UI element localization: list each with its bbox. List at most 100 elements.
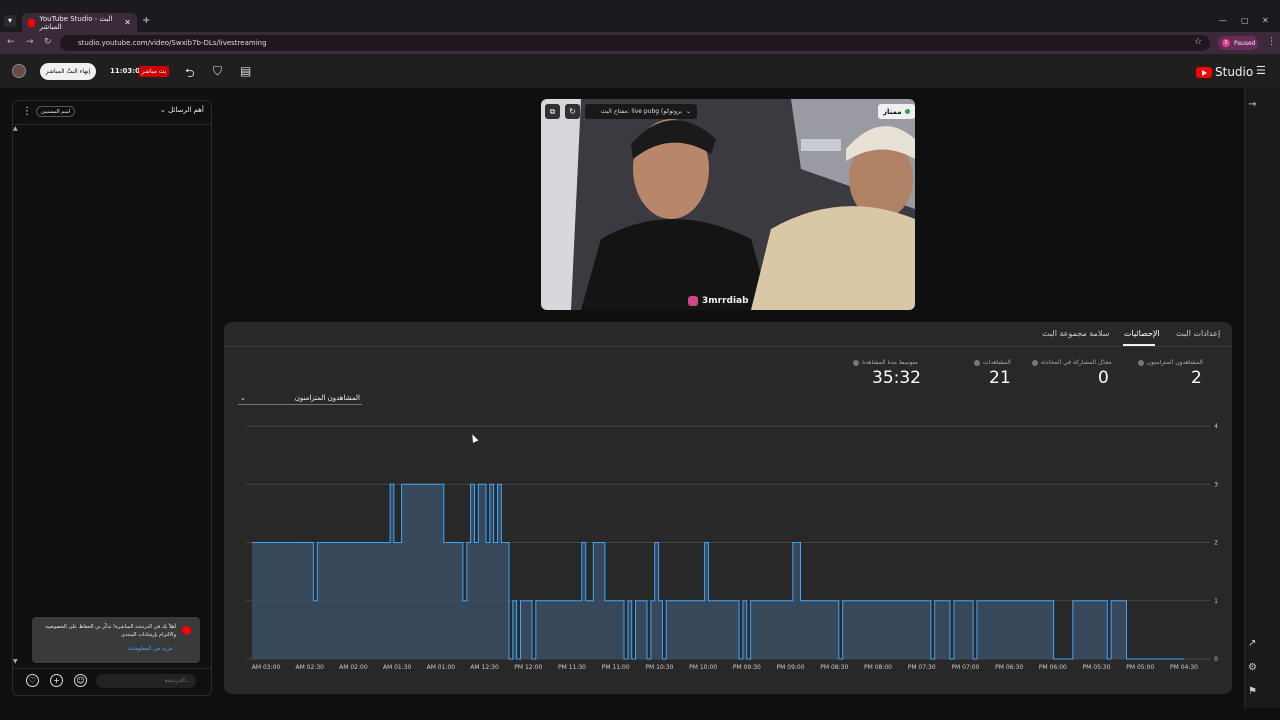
maximize-icon[interactable]: ▢ xyxy=(1241,16,1249,25)
tab-title: YouTube Studio - البث المباشر xyxy=(39,14,113,31)
copy-icon[interactable]: ⧉ xyxy=(545,104,560,119)
reload-icon[interactable]: ↻ xyxy=(44,37,52,47)
tab-analytics[interactable]: الإحصائيات xyxy=(1124,329,1160,338)
x-tick-label: PM 09:00 xyxy=(777,664,805,671)
x-tick-label: PM 12:00 xyxy=(514,664,542,671)
end-stream-button[interactable]: إنهاء البثّ المباشر xyxy=(40,63,96,80)
stat-value-concurrent: 2 xyxy=(1191,368,1202,388)
stat-value-chat-rate: 0 xyxy=(1098,368,1109,388)
minimize-icon[interactable]: — xyxy=(1219,16,1227,25)
x-tick-label: PM 07:30 xyxy=(908,664,936,671)
refresh-icon[interactable]: ↻ xyxy=(565,104,580,119)
chat-message-input[interactable] xyxy=(96,674,196,688)
x-tick-label: PM 07:00 xyxy=(951,664,979,671)
heart-icon[interactable]: ♡ xyxy=(26,674,39,687)
learn-more-link[interactable]: مزيد من المعلومات xyxy=(128,646,173,652)
quality-label: ممتاز xyxy=(883,107,902,116)
settings-gear-icon[interactable]: ⚙ xyxy=(1248,662,1257,673)
metric-label: المشاهدون المتزامنون xyxy=(294,393,360,402)
help-icon[interactable] xyxy=(974,359,980,366)
tab-community-safety[interactable]: سلامة مجموعة البث xyxy=(1042,329,1109,338)
bookmark-star-icon[interactable]: ☆ xyxy=(1194,37,1202,47)
x-tick-label: AM 12:30 xyxy=(470,664,499,671)
stat-label-concurrent: المشاهدون المتزامنون xyxy=(1138,359,1203,366)
add-icon[interactable]: + xyxy=(50,674,63,687)
chevron-down-icon: ⌄ xyxy=(240,393,246,402)
stream-key-dropdown[interactable]: مفتاح البث: live pubg (بروتوكو ⌄ xyxy=(585,104,697,119)
browser-tab-bar xyxy=(0,0,1280,32)
x-tick-label: PM 11:00 xyxy=(602,664,630,671)
hamburger-menu-icon[interactable]: ☰ xyxy=(1256,64,1266,77)
back-icon[interactable]: ← xyxy=(7,37,15,47)
y-tick-label: 4 xyxy=(1214,423,1218,430)
emoji-icon[interactable]: ☺ xyxy=(74,674,87,687)
browser-menu-icon[interactable]: ⋮ xyxy=(1267,37,1276,47)
expand-arrow-icon[interactable]: → xyxy=(1248,99,1256,110)
x-tick-label: PM 11:30 xyxy=(558,664,586,671)
live-chat-panel xyxy=(12,100,212,696)
chevron-down-icon: ⌄ xyxy=(160,106,166,114)
x-tick-label: PM 04:30 xyxy=(1170,664,1198,671)
live-badge: بث مباشر xyxy=(139,66,169,77)
forward-icon[interactable]: → xyxy=(26,37,34,47)
help-icon[interactable] xyxy=(1138,359,1144,366)
logo-text: Studio xyxy=(1215,65,1254,79)
y-tick-label: 2 xyxy=(1214,540,1218,547)
tab-close-icon[interactable]: ✕ xyxy=(124,18,131,27)
url-text: studio.youtube.com/video/Swxib7b-DLs/liv… xyxy=(78,39,267,47)
x-tick-label: PM 06:00 xyxy=(1039,664,1067,671)
x-tick-label: AM 02:30 xyxy=(295,664,324,671)
x-tick-label: PM 05:30 xyxy=(1083,664,1111,671)
youtube-notice-icon xyxy=(182,626,191,635)
close-window-icon[interactable]: ✕ xyxy=(1262,16,1269,25)
stat-value-views: 21 xyxy=(989,368,1011,388)
stat-label-text: معدّل المشاركة في المحادثة xyxy=(1041,359,1112,366)
stat-value-avg-watch: 35:32 xyxy=(872,368,921,388)
scroll-up-icon[interactable]: ▲ xyxy=(13,125,18,132)
instagram-icon xyxy=(688,296,698,306)
series-area xyxy=(252,484,1184,659)
feedback-icon[interactable]: ⚑ xyxy=(1248,686,1257,697)
browser-tab[interactable]: YouTube Studio - البث المباشر ✕ xyxy=(22,13,137,32)
chat-user-badge[interactable]: اسم المستبين xyxy=(36,106,76,117)
channel-avatar[interactable] xyxy=(12,64,26,78)
chevron-down-icon: ⌄ xyxy=(685,108,691,115)
x-tick-label: PM 10:00 xyxy=(689,664,717,671)
stat-label-chat-rate: معدّل المشاركة في المحادثة xyxy=(1032,359,1112,366)
clips-icon[interactable]: ▤ xyxy=(240,64,251,78)
chat-filter-dropdown[interactable]: ⌄ أهم الرسائل xyxy=(160,106,204,114)
y-tick-label: 3 xyxy=(1214,481,1218,488)
new-tab-icon[interactable]: + xyxy=(142,15,150,26)
x-tick-label: PM 08:00 xyxy=(864,664,892,671)
popout-icon[interactable]: ↗ xyxy=(1248,638,1256,649)
url-field[interactable]: studio.youtube.com/video/Swxib7b-DLs/liv… xyxy=(60,35,1210,51)
profile-paused-button[interactable]: 3 Paused xyxy=(1218,36,1258,50)
help-icon[interactable] xyxy=(1032,359,1038,366)
x-tick-label: AM 01:00 xyxy=(427,664,456,671)
x-tick-label: PM 08:30 xyxy=(820,664,848,671)
x-tick-label: AM 03:00 xyxy=(252,664,281,671)
metric-dropdown[interactable]: ⌄ المشاهدون المتزامنون xyxy=(238,391,362,405)
youtube-studio-logo[interactable]: Studio xyxy=(1196,65,1253,79)
scroll-down-icon[interactable]: ▼ xyxy=(13,658,18,665)
chat-more-icon[interactable]: ⋮ xyxy=(22,106,32,117)
stream-preview-video[interactable] xyxy=(541,99,915,310)
stat-label-text: المشاهدون المتزامنون xyxy=(1147,359,1203,366)
instagram-handle: 3mrrdiab xyxy=(702,296,749,306)
tab-list-icon[interactable]: ▾ xyxy=(4,15,16,27)
x-tick-label: PM 09:30 xyxy=(733,664,761,671)
save-bookmark-icon[interactable]: ⛉ xyxy=(213,64,222,79)
stat-label-text: متوسط مدة المشاهدة xyxy=(862,359,918,366)
share-icon[interactable]: ⮌ xyxy=(185,64,195,85)
tab-stream-settings[interactable]: إعدادات البث xyxy=(1176,329,1220,338)
x-tick-label: PM 10:30 xyxy=(645,664,673,671)
chat-filter-label: أهم الرسائل xyxy=(168,106,204,114)
profile-avatar-icon: 3 xyxy=(1222,39,1230,47)
help-icon[interactable] xyxy=(853,359,859,366)
concurrent-viewers-chart: 0 1 2 3 4 AM 03:00 AM 02:30 AM 02:00 AM 01:30 AM … xyxy=(246,423,1218,671)
video-frame xyxy=(541,99,915,310)
x-tick-label: PM 05:00 xyxy=(1126,664,1154,671)
tabs-divider xyxy=(224,346,1232,347)
active-tab-indicator xyxy=(1123,344,1155,346)
x-tick-label: PM 06:30 xyxy=(995,664,1023,671)
